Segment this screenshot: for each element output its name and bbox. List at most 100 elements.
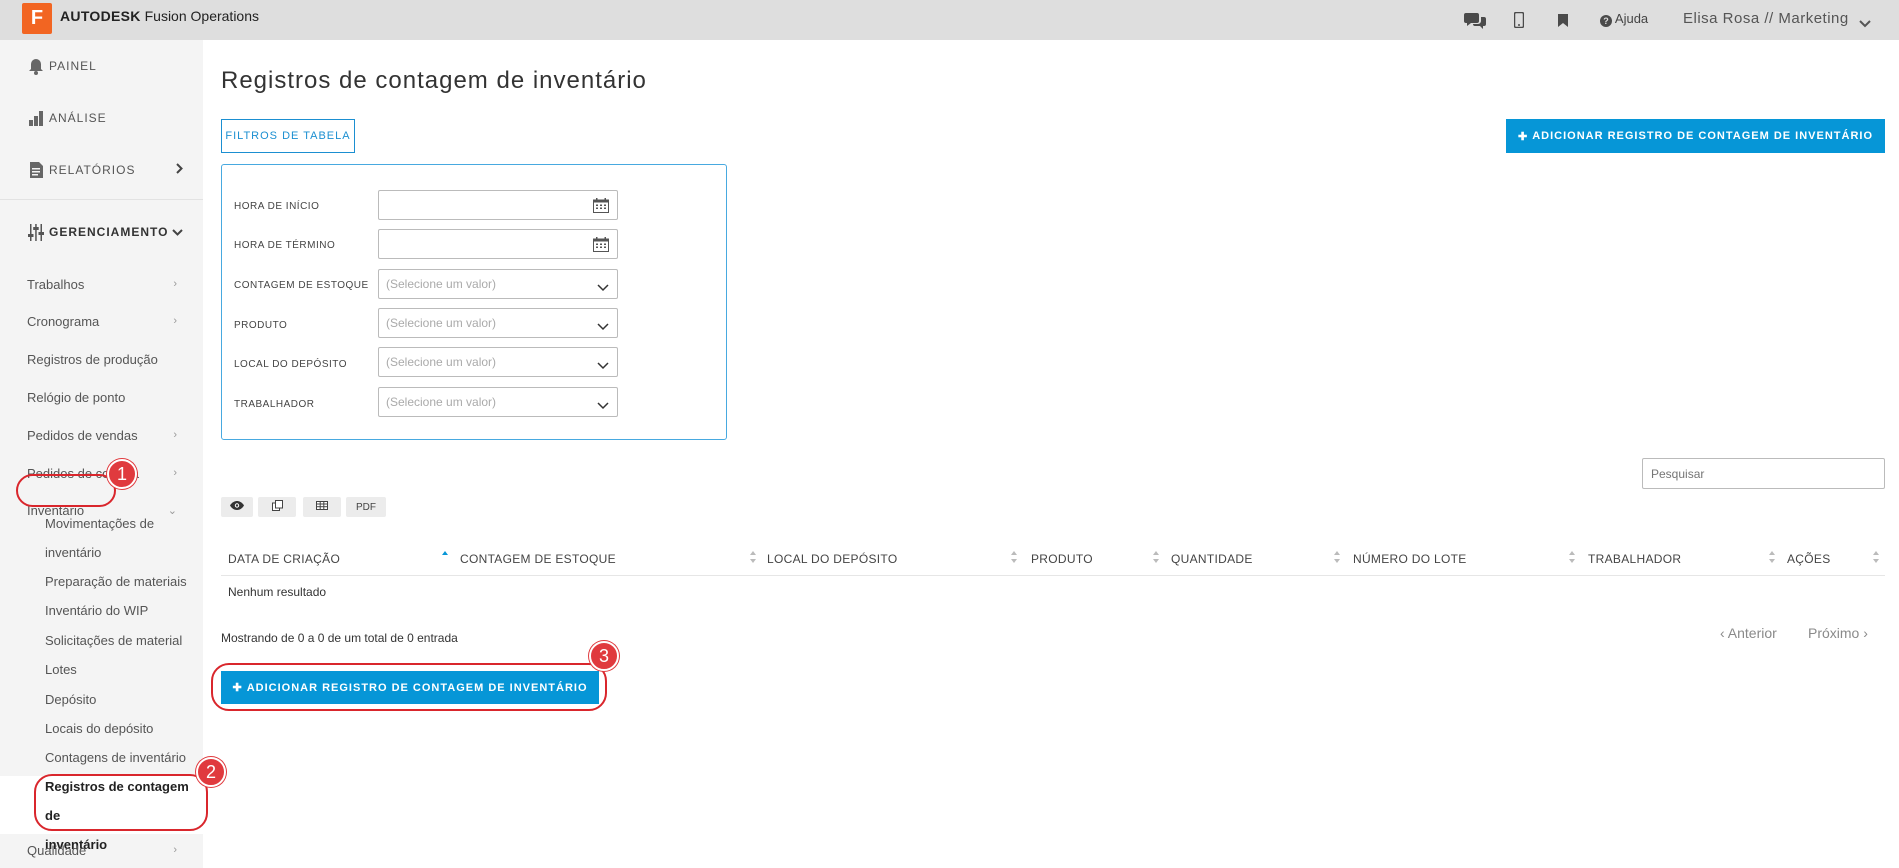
sort-icon[interactable]	[749, 549, 757, 568]
sidebar-subitem-solicitacoes[interactable]: Solicitações de material	[45, 626, 205, 655]
callout-badge-3: 3	[589, 641, 619, 671]
sidebar-subitem-locais-deposito[interactable]: Locais do depósito	[45, 714, 205, 743]
sort-icon[interactable]	[1568, 549, 1576, 568]
sort-icon[interactable]	[1768, 549, 1776, 568]
pdf-export-button[interactable]: PDF	[346, 497, 386, 517]
report-icon	[27, 161, 45, 179]
column-header-product[interactable]: PRODUTO	[1031, 552, 1093, 566]
add-record-button-top[interactable]: ✚ ADICIONAR REGISTRO DE CONTAGEM DE INVE…	[1506, 119, 1885, 153]
filter-label-stock-count: CONTAGEM DE ESTOQUE	[234, 280, 369, 291]
location-select[interactable]: (Selecione um valor)	[378, 347, 618, 377]
pagination-next[interactable]: Próximo ›	[1808, 625, 1868, 641]
sidebar-subitem-deposito[interactable]: Depósito	[45, 685, 205, 714]
sidebar-item-painel[interactable]: PAINEL	[0, 40, 203, 92]
column-header-quantity[interactable]: QUANTIDADE	[1171, 552, 1253, 566]
pagination-previous[interactable]: ‹ Anterior	[1720, 625, 1777, 641]
worker-select[interactable]: (Selecione um valor)	[378, 387, 618, 417]
location-placeholder: (Selecione um valor)	[386, 355, 497, 369]
brand-product: Fusion Operations	[144, 8, 260, 24]
add-record-label: ADICIONAR REGISTRO DE CONTAGEM DE INVENT…	[1532, 130, 1874, 142]
stock-count-select[interactable]: (Selecione um valor)	[378, 269, 618, 299]
copy-icon	[271, 500, 283, 514]
sort-icon[interactable]	[1333, 549, 1341, 568]
sidebar-item-cronograma[interactable]: Cronograma ›	[0, 302, 203, 340]
top-bar: F AUTODESK Fusion Operations ? Ajuda Eli…	[0, 0, 1899, 40]
sidebar-subitem-contagens[interactable]: Contagens de inventário	[45, 743, 205, 772]
chat-icon[interactable]	[1464, 9, 1486, 31]
sidebar-item-label: RELATÓRIOS	[49, 163, 136, 177]
chevron-right-icon: ›	[173, 315, 177, 327]
sort-icon[interactable]	[1872, 549, 1880, 568]
sidebar-item-label: inventário	[45, 545, 102, 560]
callout-outline-add-button	[211, 663, 607, 711]
bookmark-icon[interactable]	[1552, 9, 1574, 31]
sort-asc-icon[interactable]	[441, 549, 449, 568]
mobile-icon[interactable]	[1508, 9, 1530, 31]
sidebar: PAINEL ANÁLISE RELATÓRIOS GERENCIAMENTO …	[0, 40, 203, 868]
chevron-down-icon	[597, 399, 609, 413]
question-circle-icon: ?	[1600, 15, 1612, 27]
sidebar-item-label: Relógio de ponto	[27, 389, 126, 405]
sidebar-item-gerenciamento[interactable]: GERENCIAMENTO	[0, 206, 203, 258]
user-menu[interactable]: Elisa Rosa // Marketing	[1683, 10, 1849, 27]
chevron-down-icon	[597, 281, 609, 295]
callout-outline-inventario	[16, 474, 116, 507]
product-placeholder: (Selecione um valor)	[386, 316, 497, 330]
sort-icon[interactable]	[1010, 549, 1018, 568]
filter-label-start: HORA DE INÍCIO	[234, 201, 320, 212]
filter-label-location: LOCAL DO DEPÓSITO	[234, 359, 347, 370]
sidebar-item-label: GERENCIAMENTO	[49, 225, 169, 239]
table-info: Mostrando de 0 a 0 de um total de 0 entr…	[221, 631, 458, 645]
filters-panel: HORA DE INÍCIO HORA DE TÉRMINO CONTAGEM …	[221, 164, 727, 440]
table-filters-button[interactable]: FILTROS DE TABELA	[221, 119, 355, 153]
copy-button[interactable]	[258, 497, 296, 517]
product-select[interactable]: (Selecione um valor)	[378, 308, 618, 338]
column-header-actions: AÇÕES	[1787, 552, 1831, 566]
column-header-location[interactable]: LOCAL DO DEPÓSITO	[767, 552, 897, 566]
search-input[interactable]	[1642, 458, 1885, 489]
table-icon	[316, 501, 328, 513]
calendar-icon[interactable]	[593, 198, 609, 216]
help-link[interactable]: ? Ajuda	[1600, 11, 1648, 27]
sort-icon[interactable]	[1152, 549, 1160, 568]
sidebar-item-analise[interactable]: ANÁLISE	[0, 92, 203, 144]
sidebar-item-trabalhos[interactable]: Trabalhos ›	[0, 265, 203, 303]
bar-chart-icon	[27, 109, 45, 127]
sidebar-item-relatorios[interactable]: RELATÓRIOS	[0, 144, 203, 196]
chevron-right-icon	[176, 163, 183, 177]
sidebar-subitem-preparacao[interactable]: Preparação de materiais	[45, 567, 205, 596]
chevron-right-icon: ›	[173, 429, 177, 441]
help-label: Ajuda	[1614, 11, 1649, 26]
sidebar-item-registros-producao[interactable]: Registros de produção	[0, 340, 203, 378]
divider	[0, 199, 203, 200]
column-header-lot-number[interactable]: NÚMERO DO LOTE	[1353, 552, 1467, 566]
chevron-down-icon[interactable]	[1859, 13, 1871, 32]
sidebar-item-pedidos-vendas[interactable]: Pedidos de vendas ›	[0, 416, 203, 454]
bell-icon	[27, 57, 45, 75]
filter-label-worker: TRABALHADOR	[234, 399, 315, 410]
plus-icon: ✚	[1517, 130, 1529, 143]
sidebar-item-label: PAINEL	[49, 59, 97, 73]
sidebar-subitem-movimentacoes[interactable]: Movimentações de inventário	[45, 509, 205, 567]
sidebar-item-qualidade[interactable]: Qualidade ›	[0, 832, 203, 868]
column-header-created[interactable]: DATA DE CRIAÇÃO	[228, 552, 340, 566]
chevron-right-icon: ›	[173, 278, 177, 290]
spreadsheet-export-button[interactable]	[303, 497, 341, 517]
sidebar-item-relogio-ponto[interactable]: Relógio de ponto	[0, 378, 203, 416]
callout-outline-registros	[34, 774, 208, 831]
end-time-input[interactable]	[378, 229, 618, 259]
sidebar-item-label: Movimentações de	[45, 516, 155, 531]
calendar-icon[interactable]	[593, 237, 609, 255]
column-visibility-button[interactable]	[221, 497, 253, 517]
sidebar-subitem-wip[interactable]: Inventário do WIP	[45, 596, 205, 625]
sidebar-item-label: Qualidade	[27, 842, 87, 858]
callout-badge-1: 1	[107, 459, 137, 489]
sidebar-item-label: Registros de produção	[27, 351, 158, 367]
column-header-stock-count[interactable]: CONTAGEM DE ESTOQUE	[460, 552, 616, 566]
sidebar-subitem-lotes[interactable]: Lotes	[45, 655, 205, 684]
start-time-input[interactable]	[378, 190, 618, 220]
empty-table-message: Nenhum resultado	[228, 585, 327, 599]
chevron-down-icon	[172, 225, 183, 239]
column-header-worker[interactable]: TRABALHADOR	[1588, 552, 1681, 566]
sidebar-item-label: Trabalhos	[27, 276, 85, 292]
